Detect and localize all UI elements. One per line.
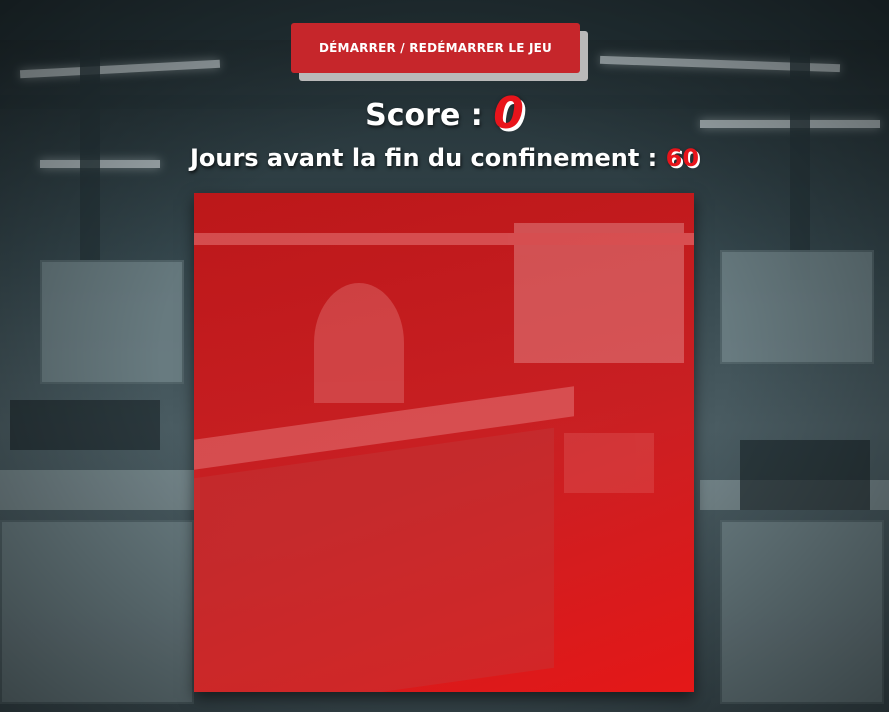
start-restart-button[interactable]: DÉMARRER / REDÉMARRER LE JEU	[291, 23, 580, 73]
game-board-background	[194, 193, 694, 692]
score-value: 0	[493, 88, 524, 139]
game-board[interactable]	[194, 193, 694, 692]
score-label: Score :	[365, 98, 494, 133]
days-remaining-value: 60	[665, 144, 700, 172]
days-remaining-display: Jours avant la fin du confinement : 60	[0, 144, 889, 172]
days-remaining-label: Jours avant la fin du confinement :	[189, 144, 666, 172]
score-display: Score : 0	[0, 88, 889, 139]
